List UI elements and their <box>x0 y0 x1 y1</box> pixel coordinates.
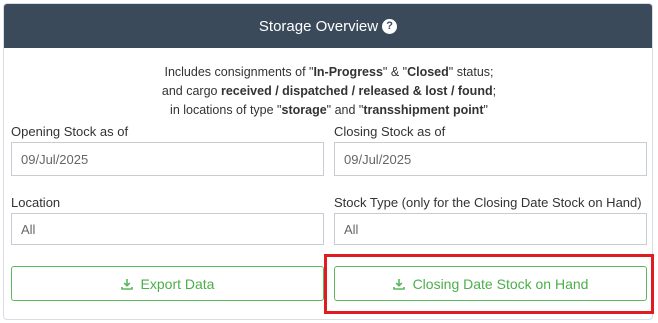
download-icon <box>120 278 133 290</box>
location-select[interactable]: All <box>11 213 324 245</box>
panel-title: Storage Overview <box>258 17 379 35</box>
export-data-button[interactable]: Export Data <box>11 266 324 301</box>
opening-stock-label: Opening Stock as of <box>11 124 129 139</box>
info-line-1: Includes consignments of "In-Progress" &… <box>164 65 494 79</box>
closing-date-input[interactable]: 09/Jul/2025 <box>334 142 647 176</box>
panel-header: Storage Overview ? <box>4 4 652 48</box>
export-data-label: Export Data <box>140 275 215 292</box>
closing-stock-label: Closing Stock as of <box>334 124 446 139</box>
info-line-2: and cargo received / dispatched / releas… <box>161 84 497 98</box>
info-text: Includes consignments of "In-Progress" &… <box>0 63 658 120</box>
stock-type-select[interactable]: All <box>334 213 647 245</box>
stock-type-label: Stock Type (only for the Closing Date St… <box>334 195 642 210</box>
help-icon[interactable]: ? <box>382 18 398 34</box>
highlight-box <box>324 254 654 314</box>
location-label: Location <box>11 195 61 210</box>
opening-date-input[interactable]: 09/Jul/2025 <box>11 142 324 176</box>
info-line-3: in locations of type "storage" and "tran… <box>170 103 488 117</box>
